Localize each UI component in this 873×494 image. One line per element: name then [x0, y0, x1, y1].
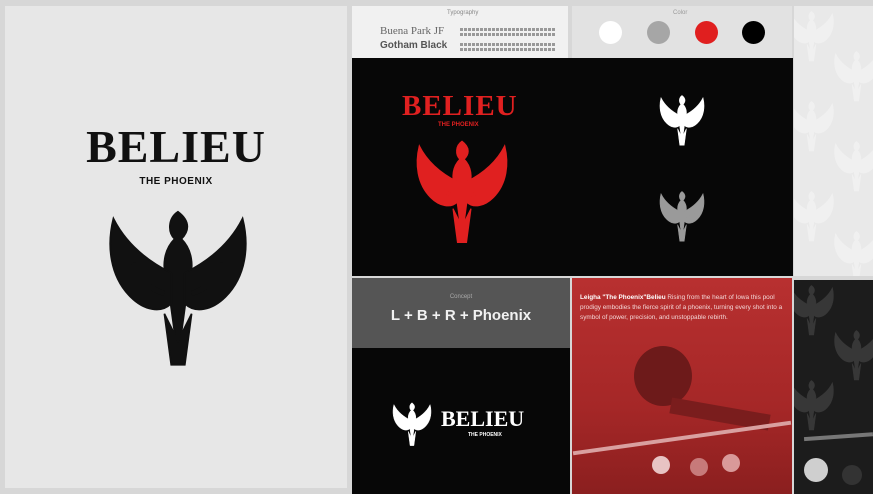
pattern-phoenix-icon — [794, 10, 873, 276]
brand-subtitle-white: THE PHOENIX — [468, 432, 502, 438]
story-photo-panel: Leigha "The Phoenix"Belieu Rising from t… — [572, 278, 792, 494]
pattern-phoenix-dark-icon — [794, 284, 873, 485]
brand-wordmark-white: BELIEU — [441, 406, 525, 431]
font-sample-secondary — [460, 43, 556, 46]
font-name-secondary: Gotham Black — [380, 40, 448, 51]
color-heading: Color — [673, 10, 688, 16]
color-swatch-white — [599, 21, 622, 44]
player-silhouette — [634, 346, 692, 406]
concept-heading: Concept — [449, 294, 473, 300]
phoenix-logo-white-icon — [659, 94, 705, 147]
pool-ball-dark — [842, 465, 862, 485]
color-palette-panel: Color — [572, 6, 792, 58]
font-sample-primary-line2 — [460, 33, 556, 36]
color-swatch-red — [695, 21, 718, 44]
story-name: Leigha "The Phoenix"Belieu — [580, 294, 666, 301]
color-swatch-black — [742, 21, 765, 44]
pool-ball-3 — [722, 454, 740, 472]
color-swatch-gray — [647, 21, 670, 44]
pattern-dark-photo-panel — [794, 280, 873, 494]
story-text: Leigha "The Phoenix"Belieu Rising from t… — [580, 293, 785, 323]
font-sample-secondary-line2 — [460, 48, 556, 51]
pool-ball — [804, 458, 828, 482]
typography-heading: Typography — [447, 10, 479, 16]
concept-formula: L + B + R + Phoenix — [390, 307, 532, 324]
logo-variants-panel: BELIEU THE PHOENIX — [352, 58, 793, 276]
pool-cue — [803, 432, 873, 442]
horizontal-lockup-panel: BELIEU THE PHOENIX — [352, 348, 570, 494]
typography-panel: Typography Buena Park JF Gotham Black — [352, 6, 568, 58]
pool-ball-2 — [690, 458, 708, 476]
brand-subtitle: THE PHOENIX — [139, 176, 213, 187]
pattern-light-panel — [794, 6, 873, 276]
phoenix-logo-gray-icon — [659, 190, 705, 243]
brand-wordmark-red: BELIEU — [402, 90, 518, 122]
phoenix-logo-icon — [93, 194, 263, 374]
brand-wordmark: BELIEU — [86, 121, 266, 172]
phoenix-logo-small-icon — [392, 402, 432, 447]
font-name-primary: Buena Park JF — [380, 25, 445, 37]
main-logo-panel: BELIEU THE PHOENIX — [5, 6, 347, 488]
brand-subtitle-red: THE PHOENIX — [438, 122, 479, 128]
pool-ball-1 — [652, 456, 670, 474]
font-sample-primary — [460, 28, 556, 31]
concept-panel: Concept L + B + R + Phoenix — [352, 278, 570, 348]
pool-cue-red — [572, 420, 792, 456]
phoenix-logo-red-icon — [415, 139, 509, 245]
